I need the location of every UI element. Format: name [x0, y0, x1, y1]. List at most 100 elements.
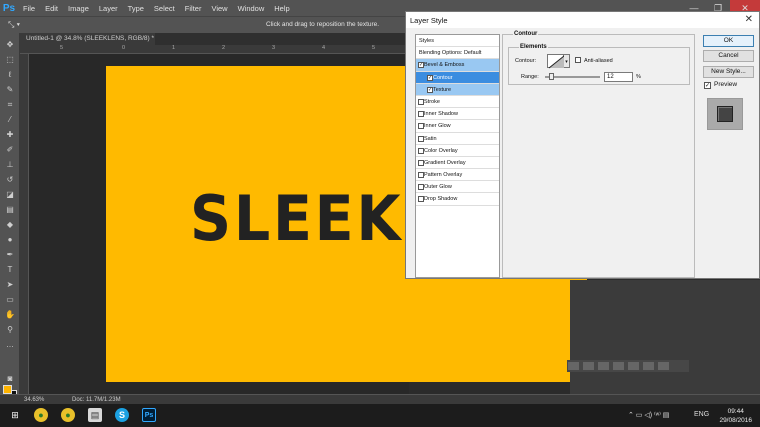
- zoom-level[interactable]: 34.63%: [24, 397, 44, 403]
- lasso-tool-icon[interactable]: ℓ: [4, 69, 16, 80]
- style-item-label: Satin: [424, 135, 437, 142]
- style-item-label: Blending Options: Default: [419, 50, 482, 57]
- more-tools-icon[interactable]: …: [4, 339, 16, 350]
- tool-preset-picker[interactable]: ⤡ ▾: [8, 20, 20, 30]
- style-checkbox[interactable]: [418, 147, 424, 154]
- menu-type[interactable]: Type: [123, 4, 149, 13]
- document-tab[interactable]: Untitled-1 @ 34.8% (SLEEKLENS, RGB/8) * …: [20, 33, 155, 54]
- style-item-label: Color Overlay: [424, 147, 458, 154]
- shape-tool-icon[interactable]: ▭: [4, 294, 16, 305]
- menu-help[interactable]: Help: [269, 4, 294, 13]
- pen-tool-icon[interactable]: ✒: [4, 249, 16, 260]
- path-select-tool-icon[interactable]: ➤: [4, 279, 16, 290]
- style-checkbox[interactable]: ✓: [418, 62, 424, 69]
- style-item-satin[interactable]: Satin: [416, 133, 499, 145]
- style-checkbox[interactable]: [418, 196, 424, 203]
- new-layer-icon[interactable]: [642, 362, 654, 370]
- file-explorer-icon[interactable]: ▤: [88, 408, 102, 422]
- clone-stamp-tool-icon[interactable]: ⊥: [4, 159, 16, 170]
- style-checkbox[interactable]: [418, 135, 424, 142]
- adjustment-layer-icon[interactable]: [612, 362, 624, 370]
- healing-tool-icon[interactable]: ✚: [4, 129, 16, 140]
- cancel-button[interactable]: Cancel: [703, 50, 754, 62]
- style-item-bevel-emboss[interactable]: ✓ Bevel & Emboss: [416, 59, 499, 72]
- contour-section-title: Contour: [513, 31, 539, 37]
- language-indicator[interactable]: ENG: [694, 411, 709, 418]
- dodge-tool-icon[interactable]: ●: [4, 234, 16, 245]
- styles-list: Styles Blending Options: Default ✓ Bevel & …: [415, 34, 500, 278]
- menu-window[interactable]: Window: [233, 4, 270, 13]
- style-item-inner-glow[interactable]: Inner Glow: [416, 120, 499, 133]
- vertical-ruler: [20, 54, 29, 394]
- menu-image[interactable]: Image: [63, 4, 94, 13]
- fx-icon[interactable]: [582, 362, 594, 370]
- link-layers-icon[interactable]: [568, 362, 579, 370]
- foreground-color-swatch[interactable]: [3, 385, 12, 394]
- menu-filter[interactable]: Filter: [180, 4, 207, 13]
- style-item-gradient-overlay[interactable]: Gradient Overlay: [416, 157, 499, 170]
- style-item-blending-options-default[interactable]: Blending Options: Default: [416, 47, 499, 60]
- style-item-inner-shadow[interactable]: Inner Shadow: [416, 108, 499, 121]
- ok-button[interactable]: OK: [703, 35, 754, 47]
- clock-time: 09:44: [727, 408, 744, 415]
- style-item-stroke[interactable]: Stroke: [416, 96, 499, 109]
- contour-label: Contour:: [515, 58, 537, 64]
- style-item-styles[interactable]: Styles: [416, 35, 499, 48]
- hand-tool-icon[interactable]: ✋: [4, 309, 16, 320]
- quick-select-tool-icon[interactable]: ✎: [4, 84, 16, 95]
- preview-checkbox[interactable]: ✓: [704, 82, 711, 89]
- contour-settings: Contour Elements Contour: ▾ Anti-aliased…: [502, 31, 695, 278]
- style-checkbox[interactable]: [418, 111, 424, 118]
- chrome-icon[interactable]: ●: [34, 408, 48, 422]
- style-checkbox[interactable]: [418, 123, 424, 130]
- style-item-contour[interactable]: ✓ Contour: [416, 71, 499, 84]
- style-checkbox[interactable]: [418, 159, 424, 166]
- style-checkbox[interactable]: ✓: [427, 86, 433, 93]
- range-slider-thumb[interactable]: [548, 73, 554, 80]
- eyedropper-tool-icon[interactable]: ⁄: [4, 114, 16, 125]
- photoshop-taskbar-icon[interactable]: Ps: [142, 408, 156, 422]
- marquee-tool-icon[interactable]: ⬚: [4, 54, 16, 65]
- contour-picker[interactable]: [547, 54, 565, 69]
- move-tool-icon[interactable]: ✥: [4, 39, 16, 50]
- menu-file[interactable]: File: [18, 4, 40, 13]
- menu-view[interactable]: View: [206, 4, 232, 13]
- style-checkbox[interactable]: ✓: [427, 74, 433, 81]
- delete-layer-icon[interactable]: [657, 362, 669, 370]
- gradient-tool-icon[interactable]: ▤: [4, 204, 16, 215]
- style-checkbox[interactable]: [418, 98, 424, 105]
- menu-layer[interactable]: Layer: [94, 4, 123, 13]
- dialog-close-button[interactable]: ✕: [745, 14, 753, 25]
- style-checkbox[interactable]: [418, 184, 424, 191]
- windows-logo-icon[interactable]: ⊞: [8, 408, 22, 422]
- new-group-icon[interactable]: [627, 362, 639, 370]
- elements-group: Elements Contour: ▾ Anti-aliased Range: …: [508, 44, 690, 85]
- range-input[interactable]: 12: [604, 72, 633, 82]
- new-style-button[interactable]: New Style...: [703, 66, 754, 78]
- chrome-icon[interactable]: ●: [61, 408, 75, 422]
- system-tray-icons[interactable]: ⌃ ▭ ◁) ⁽ʷ⁾ ▤: [628, 411, 669, 419]
- crop-tool-icon[interactable]: ⌗: [4, 99, 16, 110]
- style-checkbox[interactable]: [418, 172, 424, 179]
- style-item-texture[interactable]: ✓ Texture: [416, 83, 499, 96]
- anti-aliased-checkbox[interactable]: [575, 57, 581, 63]
- add-mask-icon[interactable]: [597, 362, 609, 370]
- menu-select[interactable]: Select: [149, 4, 180, 13]
- style-item-pattern-overlay[interactable]: Pattern Overlay: [416, 169, 499, 182]
- style-item-color-overlay[interactable]: Color Overlay: [416, 145, 499, 157]
- ruler-mark: 1: [172, 45, 176, 51]
- skype-icon[interactable]: S: [115, 408, 129, 422]
- menu-edit[interactable]: Edit: [40, 4, 63, 13]
- zoom-tool-icon[interactable]: ⚲: [4, 324, 16, 335]
- eraser-tool-icon[interactable]: ◪: [4, 189, 16, 200]
- contour-dropdown-button[interactable]: ▾: [564, 54, 570, 68]
- style-item-drop-shadow[interactable]: Drop Shadow: [416, 193, 499, 206]
- style-item-outer-glow[interactable]: Outer Glow: [416, 181, 499, 194]
- blur-tool-icon[interactable]: ◆: [4, 219, 16, 230]
- quick-mask-icon[interactable]: ◙: [4, 373, 16, 384]
- taskbar-clock[interactable]: 09:44 29/08/2016: [719, 407, 752, 425]
- history-brush-tool-icon[interactable]: ↺: [4, 174, 16, 185]
- brush-tool-icon[interactable]: ✐: [4, 144, 16, 155]
- style-item-label: Contour: [433, 74, 453, 81]
- type-tool-icon[interactable]: T: [4, 264, 16, 275]
